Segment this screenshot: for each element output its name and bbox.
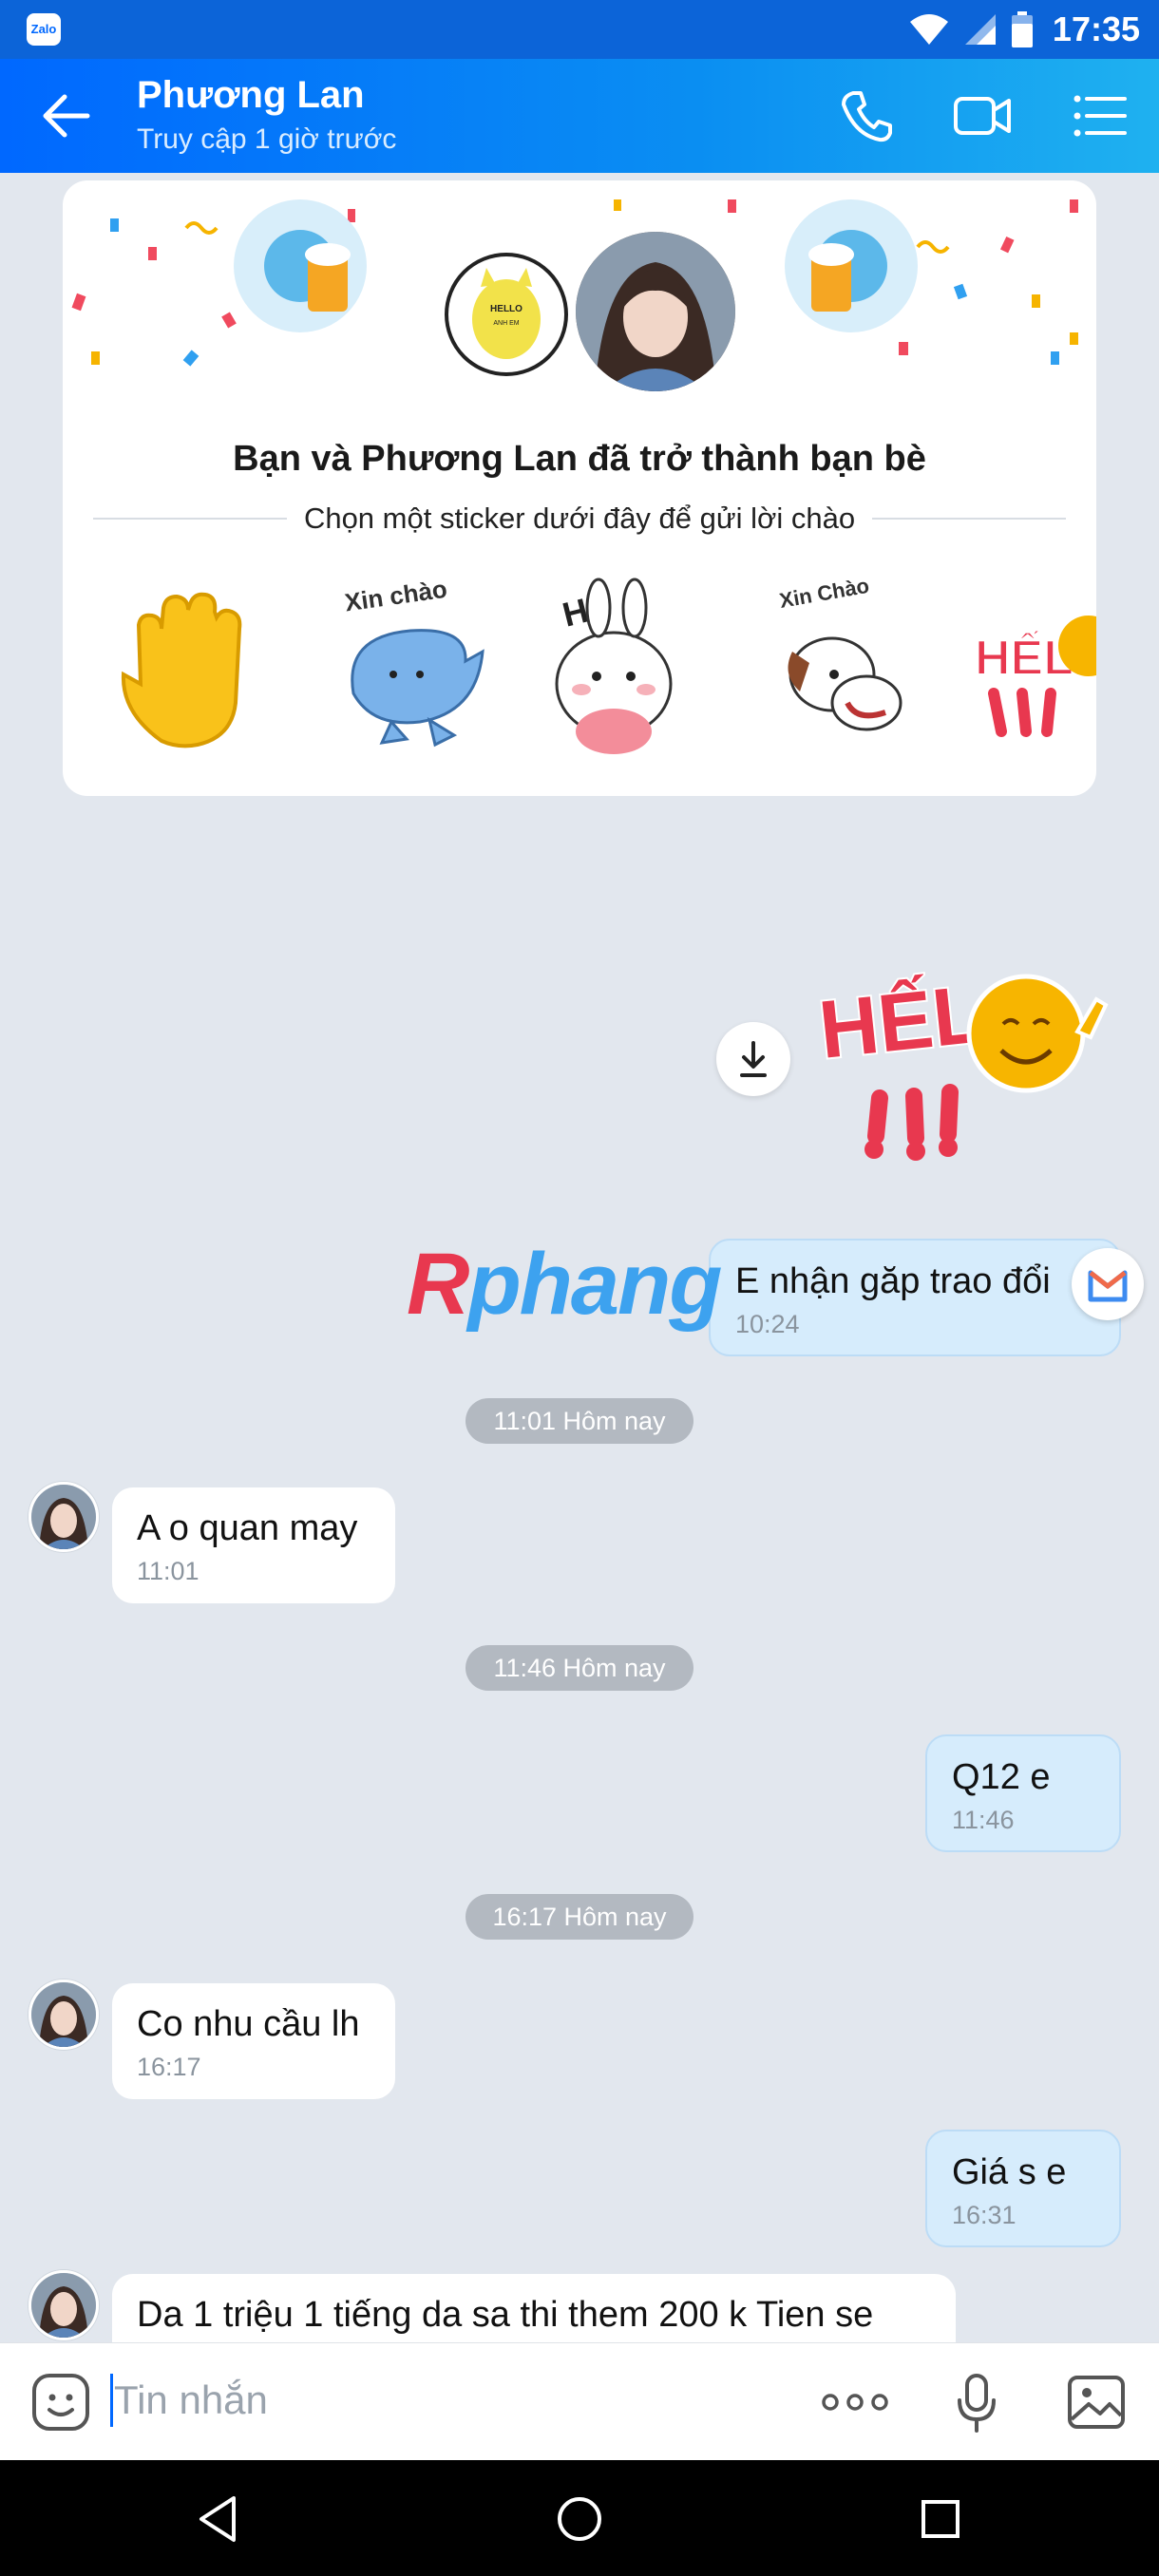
message-composer: Tin nhắn <box>0 2342 1159 2460</box>
message-bubble-incoming[interactable]: A o quan may 11:01 <box>112 1487 395 1603</box>
wave-hand-sticker[interactable] <box>103 570 283 760</box>
image-gallery-icon[interactable] <box>1066 2374 1127 2431</box>
friend-avatar <box>572 228 739 395</box>
sticker-text-hel: HẾL <box>975 630 1074 686</box>
message-time: 16:31 <box>952 2201 1016 2229</box>
message-text: A o quan may <box>137 1508 358 1548</box>
time-divider: 11:01 Hôm nay <box>466 1398 694 1444</box>
nav-recents-icon[interactable] <box>920 2498 961 2540</box>
message-input[interactable]: Tin nhắn <box>114 2377 268 2423</box>
sticker-text-xin-chao-2: Xin Chào <box>778 574 871 613</box>
sticker-text-xin-chao: Xin chào <box>343 575 448 617</box>
text-caret <box>110 2374 113 2427</box>
message-text: Co nhu cầu lh <box>137 2004 360 2044</box>
avatar-subtext: ANH EM <box>493 320 519 327</box>
last-seen-status: Truy cập 1 giờ trước <box>137 123 397 155</box>
sticker-prompt-row: Chọn một sticker dưới đây để gửi lời chà… <box>93 502 1067 536</box>
big-sticker-text: HẾL <box>815 968 987 1075</box>
battery-icon <box>1011 11 1033 47</box>
message-bubble-incoming[interactable]: Co nhu cầu lh 16:17 <box>112 1983 395 2099</box>
wifi-icon <box>909 14 948 45</box>
hello-smiley-sticker[interactable]: HẾL <box>956 570 1096 760</box>
mail-logo-icon <box>1088 1270 1128 1302</box>
message-time: 11:01 <box>137 1557 200 1585</box>
watermark-logo: Rphang <box>407 1235 722 1335</box>
message-text: E nhận găp trao đổi <box>735 1261 1051 1301</box>
more-options-icon[interactable] <box>821 2385 889 2419</box>
message-text: Giá s e <box>952 2152 1067 2192</box>
phone-call-icon[interactable] <box>836 85 897 146</box>
new-friend-card: HELLO ANH EM Bạn và Phương Lan đã trở th… <box>63 180 1096 796</box>
watermark-rest: phang <box>467 1236 722 1333</box>
message-bubble-outgoing[interactable]: Giá s e 16:31 <box>925 2130 1121 2247</box>
divider-right <box>872 518 1067 520</box>
avatar-hello-text: HELLO <box>490 304 522 314</box>
time-divider: 16:17 Hôm nay <box>466 1894 694 1940</box>
xin-chao-dog-sticker[interactable]: Xin Chào <box>743 570 923 760</box>
message-bubble-outgoing[interactable]: Q12 e 11:46 <box>925 1734 1121 1852</box>
status-bar: Zalo 17:35 <box>0 0 1159 59</box>
emoji-sticker-icon[interactable] <box>30 2372 91 2433</box>
microphone-icon[interactable] <box>954 2372 999 2434</box>
friend-avatar-small[interactable] <box>28 1482 99 1552</box>
chat-header: Phương Lan Truy cập 1 giờ trước <box>0 59 1159 173</box>
watermark-initial: R <box>407 1236 469 1333</box>
friend-card-title: Bạn và Phương Lan đã trở thành bạn bè <box>233 439 926 479</box>
message-time: 10:24 <box>735 1310 800 1338</box>
message-bubble-outgoing[interactable]: E nhận găp trao đổi 10:24 <box>709 1239 1121 1356</box>
greeting-sticker-row: Xin chào HI! Xin Chào HẾL <box>63 570 1096 760</box>
download-sticker-button[interactable] <box>716 1022 790 1096</box>
divider-left <box>93 518 287 520</box>
my-avatar: HELLO ANH EM <box>445 253 568 376</box>
menu-list-icon[interactable] <box>1070 85 1130 146</box>
nav-home-icon[interactable] <box>555 2494 604 2544</box>
sent-hello-sticker[interactable]: HẾL <box>806 946 1119 1165</box>
contact-name[interactable]: Phương Lan <box>137 74 365 117</box>
xin-chao-cat-sticker[interactable]: Xin chào <box>315 570 496 760</box>
time-divider: 11:46 Hôm nay <box>466 1645 694 1691</box>
video-call-icon[interactable] <box>952 85 1013 146</box>
hi-bunny-sticker[interactable]: HI! <box>530 570 711 760</box>
message-text: Da 1 triệu 1 tiếng da sa thi them 200 k … <box>137 2295 874 2335</box>
sticker-prompt: Chọn một sticker dưới đây để gửi lời chà… <box>303 502 856 535</box>
reaction-badge[interactable] <box>1072 1248 1144 1320</box>
message-time: 11:46 <box>952 1806 1015 1834</box>
back-arrow-icon[interactable] <box>38 89 95 142</box>
system-nav-bar <box>0 2460 1159 2576</box>
friend-avatar-small[interactable] <box>28 1979 99 2050</box>
zalo-app-icon: Zalo <box>27 13 61 46</box>
message-text: Q12 e <box>952 1757 1051 1797</box>
download-icon <box>740 1041 767 1077</box>
nav-back-icon[interactable] <box>196 2494 241 2544</box>
friend-avatar-small[interactable] <box>28 2270 99 2340</box>
message-time: 16:17 <box>137 2053 201 2081</box>
clock: 17:35 <box>1052 9 1140 48</box>
cell-signal-icon <box>964 14 996 45</box>
